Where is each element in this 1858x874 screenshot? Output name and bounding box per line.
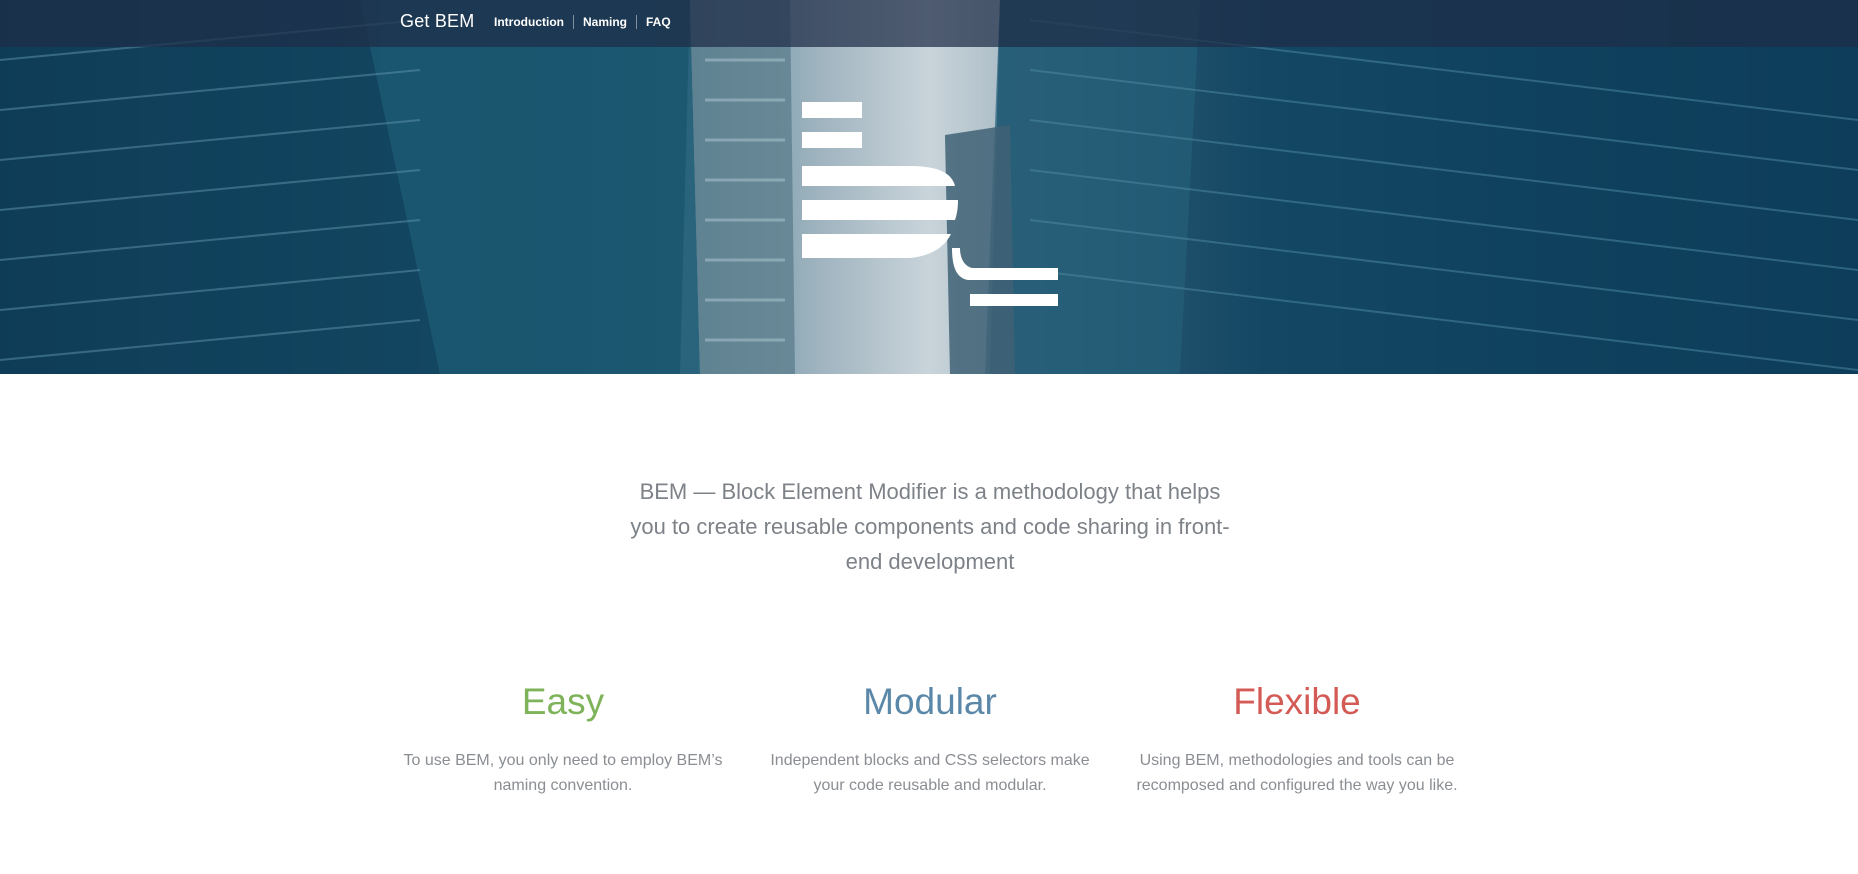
nav-item-naming[interactable]: Naming [583,15,627,29]
main-nav: Introduction Naming FAQ [494,15,671,29]
brand-link[interactable]: Get BEM [400,11,474,32]
intro-text: BEM — Block Element Modifier is a method… [630,479,1230,574]
feature-text-easy: To use BEM, you only need to employ BEM’… [403,752,723,794]
feature-title-modular: Modular [863,681,997,722]
feature-flexible: Flexible Using BEM, methodologies and to… [1134,680,1460,798]
feature-easy: Easy To use BEM, you only need to employ… [400,680,726,798]
bem-logo [802,102,1058,306]
features-section: Easy To use BEM, you only need to employ… [400,680,1460,798]
feature-title-easy: Easy [521,681,605,722]
feature-text-flexible: Using BEM, methodologies and tools can b… [1136,752,1458,794]
nav-divider [636,15,637,29]
top-navigation-bar: Get BEM Introduction Naming FAQ [0,0,1858,47]
nav-divider [572,15,574,29]
feature-title-flexible: Flexible [1233,681,1361,722]
nav-item-faq[interactable]: FAQ [646,15,671,29]
nav-item-introduction[interactable]: Introduction [494,15,564,29]
feature-text-modular: Independent blocks and CSS selectors mak… [770,752,1090,794]
feature-modular: Modular Independent blocks and CSS selec… [767,680,1093,798]
hero-banner: Get BEM Introduction Naming FAQ [0,0,1858,374]
